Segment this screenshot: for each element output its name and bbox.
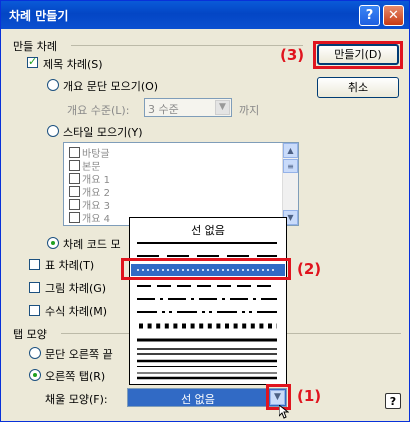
group-label-make-toc: 만들 차례 xyxy=(13,40,57,53)
para-right-label: 문단 오른쪽 끝 xyxy=(45,348,113,361)
fill-shape-select[interactable]: 선 없음 ▼ xyxy=(127,388,287,407)
line-option-dash[interactable] xyxy=(137,281,277,291)
style-collect-label: 스타일 모으기(Y) xyxy=(63,126,143,139)
group-label-tab-shape: 탭 모양 xyxy=(13,328,47,341)
scroll-up-icon[interactable]: ▲ xyxy=(283,143,298,158)
equation-toc-checkbox[interactable] xyxy=(29,305,40,316)
listbox-scrollbar[interactable]: ▲ ≡ ▼ xyxy=(282,143,298,225)
annotation-step2: (2) xyxy=(297,260,322,278)
outline-collect-label: 개요 문단 모으기(O) xyxy=(63,80,159,93)
equation-toc-label: 수식 차례(M) xyxy=(45,305,108,318)
toc-code-label: 차례 코드 모 xyxy=(63,238,121,251)
right-tab-radio[interactable] xyxy=(29,369,41,381)
right-tab-label: 오른쪽 탭(R) xyxy=(45,370,106,383)
toc-code-radio[interactable] xyxy=(47,237,59,249)
figure-toc-checkbox[interactable] xyxy=(29,282,40,293)
table-toc-checkbox[interactable] xyxy=(29,259,40,270)
annotation-step3: (3) xyxy=(280,46,305,64)
line-option-double[interactable] xyxy=(137,347,277,357)
annotation-box-dotted xyxy=(121,258,291,280)
title-bar: 차례 만들기 ? ✕ xyxy=(1,1,409,29)
annotation-step1: (1) xyxy=(297,387,322,405)
fill-shape-label: 채울 모양(F): xyxy=(45,393,108,406)
fill-shape-dropdown[interactable]: 선 없음 xyxy=(129,217,287,385)
list-item[interactable]: 개요 4 xyxy=(69,210,110,225)
outline-level-select[interactable]: 3 수준 ▼ xyxy=(144,98,232,117)
table-toc-label: 표 차례(T) xyxy=(45,259,95,272)
line-option-dash-dot[interactable] xyxy=(137,294,277,304)
style-listbox[interactable]: 바탕글 본문 개요 1 개요 2 개요 3 개요 4 ▲ ≡ ▼ xyxy=(63,142,299,226)
para-right-radio[interactable] xyxy=(29,347,41,359)
chevron-down-icon[interactable]: ▼ xyxy=(215,100,230,115)
line-option-thick-thin[interactable] xyxy=(137,359,277,369)
heading-toc-checkbox[interactable] xyxy=(27,55,38,68)
outline-level-value: 3 수준 xyxy=(148,103,179,116)
style-collect-radio[interactable] xyxy=(47,125,59,137)
outline-collect-radio[interactable] xyxy=(47,79,59,91)
outline-level-label: 개요 수준(L): xyxy=(67,104,130,117)
window-title: 차례 만들기 xyxy=(9,9,69,23)
heading-toc-label: 제목 차례(S) xyxy=(43,58,103,71)
line-option-thin-thick[interactable] xyxy=(137,371,277,381)
mouse-cursor-icon xyxy=(279,405,289,419)
figure-toc-label: 그림 차례(G) xyxy=(45,282,107,295)
divider xyxy=(71,45,303,46)
line-option-thick[interactable] xyxy=(137,335,277,345)
help-button[interactable]: ? xyxy=(359,5,380,26)
scroll-thumb[interactable]: ≡ xyxy=(283,159,298,173)
line-option-solid[interactable] xyxy=(137,238,277,248)
close-button[interactable]: ✕ xyxy=(383,5,404,26)
dropdown-option-none[interactable]: 선 없음 xyxy=(130,222,286,238)
cancel-button[interactable]: 취소 xyxy=(317,77,399,98)
line-option-diamond[interactable] xyxy=(137,320,277,332)
dialog-window: 차례 만들기 ? ✕ 만들 차례 제목 차례(S) 개요 문단 모으기(O) 개… xyxy=(0,0,410,422)
fill-shape-value: 선 없음 xyxy=(181,393,215,406)
help-icon[interactable]: ? xyxy=(385,393,401,409)
annotation-box-make xyxy=(313,41,403,69)
line-option-dash-dot-dot[interactable] xyxy=(137,307,277,317)
outline-level-suffix: 까지 xyxy=(239,104,260,117)
